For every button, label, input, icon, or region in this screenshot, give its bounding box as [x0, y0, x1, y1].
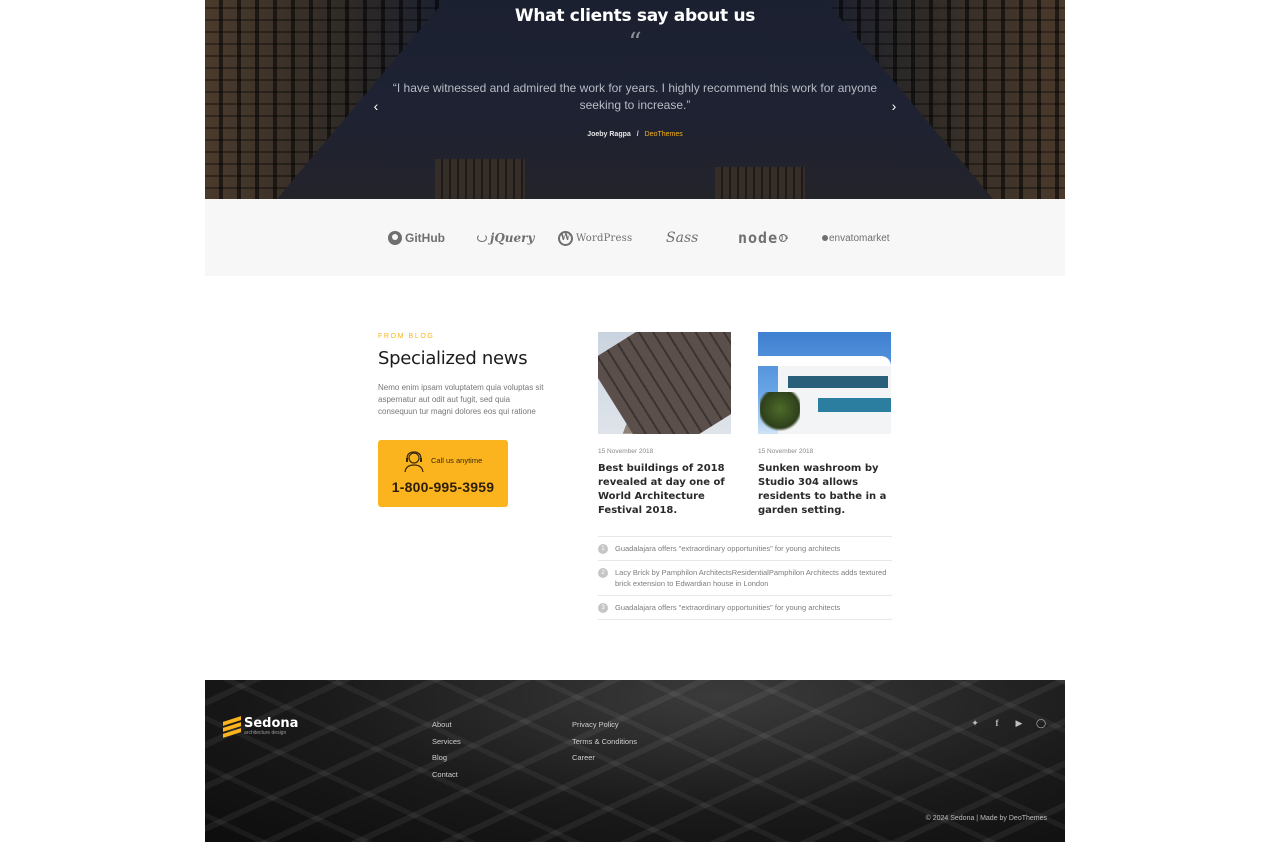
partner-logo-github[interactable]: GitHub [388, 229, 445, 247]
partner-logo-envato[interactable]: envatomarket [822, 229, 890, 247]
section-title: Specialized news [378, 348, 528, 369]
github-icon [388, 231, 402, 245]
author-company: DeoThemes [644, 131, 683, 138]
footer-nav-primary: About Services Blog Contact [432, 717, 461, 784]
footer-logo[interactable]: Sedona architecture design [223, 716, 299, 738]
call-label: Call us anytime [431, 456, 483, 465]
list-item[interactable]: 2 Lacy Brick by Pamphilon ArchitectsResi… [598, 560, 892, 595]
site-footer: Sedona architecture design About Service… [205, 680, 1065, 842]
list-item-text[interactable]: Guadalajara offers "extraordinary opport… [615, 544, 840, 553]
footer-link-privacy[interactable]: Privacy Policy [572, 717, 637, 734]
partner-logo-wordpress[interactable]: W WordPress [558, 229, 632, 247]
section-description: Nemo enim ipsam voluptatem quia voluptas… [378, 383, 544, 416]
author-separator: / [636, 131, 639, 138]
post-image[interactable] [758, 332, 891, 434]
post-title[interactable]: Best buildings of 2018 revealed at day o… [598, 462, 732, 518]
partners-bar: GitHub jQuery W WordPress Sass node js e… [205, 199, 1065, 276]
list-item-text[interactable]: Guadalajara offers "extraordinary opport… [615, 603, 840, 612]
blog-post-card[interactable]: 15 November 2018 Sunken washroom by Stud… [758, 332, 892, 518]
support-agent-icon [404, 451, 424, 473]
node-badge-icon: js [779, 234, 790, 242]
post-image[interactable] [598, 332, 731, 434]
logo-mark-icon [223, 716, 241, 738]
testimonial-quote: “I have witnessed and admired the work f… [392, 81, 878, 112]
list-number: 2 [598, 568, 608, 578]
instagram-icon[interactable]: ◯ [1035, 717, 1047, 729]
post-list: 1 Guadalajara offers "extraordinary oppo… [598, 536, 892, 620]
chevron-left-icon[interactable]: ‹ [369, 98, 383, 114]
post-date: 15 November 2018 [758, 448, 814, 455]
chevron-right-icon[interactable]: › [887, 98, 901, 114]
facebook-icon[interactable]: f [991, 717, 1003, 729]
blog-post-card[interactable]: 15 November 2018 Best buildings of 2018 … [598, 332, 732, 518]
testimonial-section: What clients say about us “ ‹ “I have wi… [205, 0, 1065, 199]
partner-logo-sass[interactable]: Sass [666, 229, 698, 247]
partner-name: Sass [666, 230, 699, 246]
footer-link-about[interactable]: About [432, 717, 461, 734]
call-us-button[interactable]: Call us anytime 1-800-995-3959 [378, 440, 508, 507]
blog-intro: From Blog Specialized news Nemo enim ips… [378, 333, 548, 418]
footer-link-career[interactable]: Career [572, 750, 637, 767]
background-tower [435, 159, 525, 199]
partner-name: envatomarket [829, 232, 890, 244]
post-title[interactable]: Sunken washroom by Studio 304 allows res… [758, 462, 892, 518]
list-item[interactable]: 3 Guadalajara offers "extraordinary oppo… [598, 595, 892, 620]
footer-link-terms[interactable]: Terms & Conditions [572, 734, 637, 751]
wordpress-icon: W [558, 230, 573, 246]
partner-name: node [738, 229, 779, 247]
list-item-text[interactable]: Lacy Brick by Pamphilon ArchitectsReside… [615, 568, 886, 588]
footer-link-blog[interactable]: Blog [432, 750, 461, 767]
partner-name: jQuery [490, 231, 535, 245]
list-number: 1 [598, 544, 608, 554]
brand-name: Sedona [244, 716, 299, 731]
testimonial-author-line: Joeby Ragpa / DeoThemes [205, 131, 1065, 138]
background-tower [715, 167, 805, 199]
footer-nav-secondary: Privacy Policy Terms & Conditions Career [572, 717, 637, 767]
partner-name: WordPress [576, 232, 633, 244]
post-date: 15 November 2018 [598, 448, 654, 455]
section-eyebrow: From Blog [378, 333, 435, 340]
testimonial-heading: What clients say about us [514, 6, 756, 26]
footer-link-contact[interactable]: Contact [432, 767, 461, 784]
phone-number: 1-800-995-3959 [391, 479, 495, 495]
partner-logo-node[interactable]: node js [738, 229, 790, 247]
twitter-icon[interactable]: ✦ [969, 717, 981, 729]
partner-name: GitHub [405, 231, 445, 245]
list-item[interactable]: 1 Guadalajara offers "extraordinary oppo… [598, 536, 892, 560]
copyright-text: © 2024 Sedona | Made by DeoThemes [925, 815, 1047, 822]
envato-leaf-icon [822, 235, 828, 241]
partner-logo-jquery[interactable]: jQuery [477, 229, 534, 247]
footer-link-services[interactable]: Services [432, 734, 461, 751]
youtube-icon[interactable]: ▶ [1013, 717, 1025, 729]
list-number: 3 [598, 603, 608, 613]
author-name: Joeby Ragpa [587, 131, 631, 138]
jquery-icon [477, 234, 487, 242]
quote-icon: “ [628, 28, 642, 58]
social-links: ✦ f ▶ ◯ [959, 717, 1047, 729]
